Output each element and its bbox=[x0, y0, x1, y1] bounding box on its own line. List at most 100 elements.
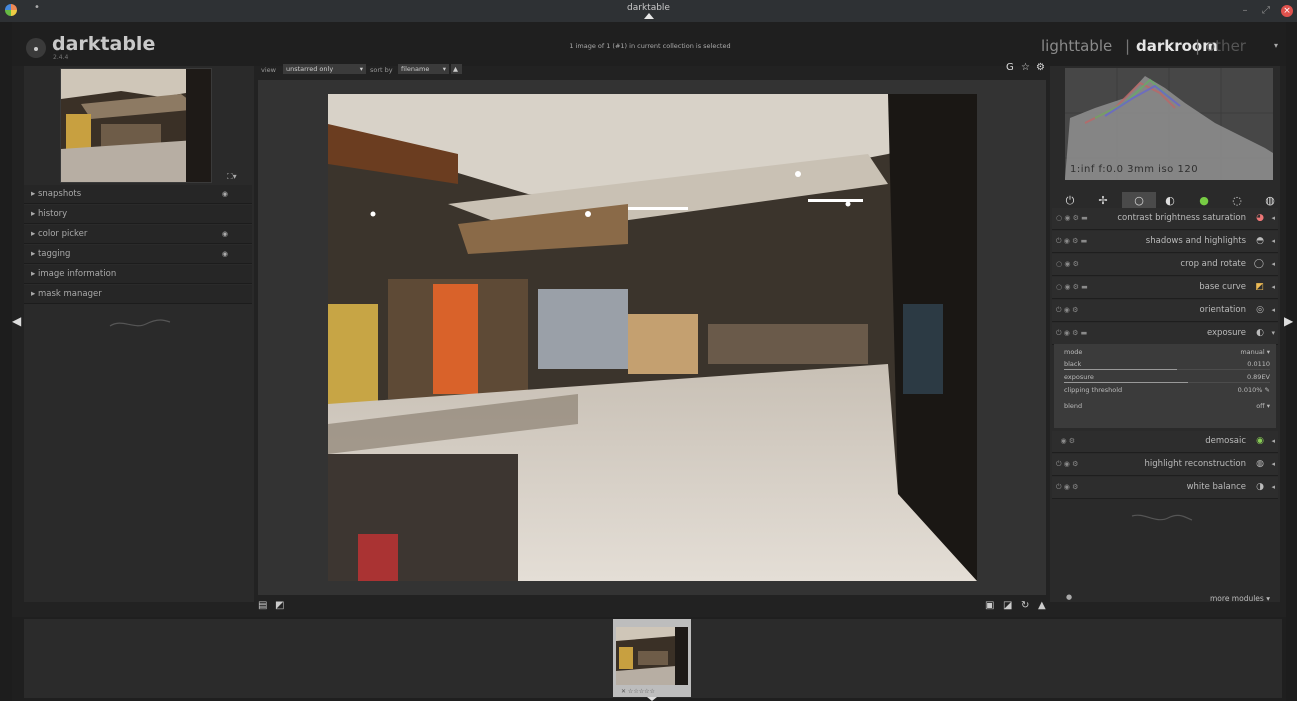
module-crop-and-rotate[interactable]: ○ ◉ ⚙ crop and rotate ◯ ◂ bbox=[1052, 254, 1278, 276]
presets-icon[interactable]: ● bbox=[1066, 593, 1072, 601]
preferences-gear-icon[interactable]: ⚙ bbox=[1036, 62, 1045, 73]
maximize-icon[interactable]: ⤢ bbox=[1259, 4, 1273, 18]
module-toggles[interactable]: ◉ ⚙ bbox=[1056, 431, 1075, 452]
color-assessment-icon[interactable]: ▣ bbox=[985, 600, 994, 611]
module-dot-icon: ◉ bbox=[221, 230, 228, 238]
slider-track bbox=[1064, 382, 1270, 383]
clipping-threshold-slider[interactable]: clipping threshold 0.010% ✎ bbox=[1064, 386, 1270, 394]
filmstrip-image: ✕ ☆☆☆☆☆ bbox=[613, 619, 691, 697]
palette-icon: ◕ bbox=[1256, 213, 1264, 223]
module-toggles[interactable]: ⏻ ◉ ⚙ bbox=[1056, 300, 1078, 321]
left-module-history[interactable]: ▸ history bbox=[24, 205, 252, 224]
module-label: color picker bbox=[37, 229, 88, 239]
softproof-icon[interactable]: ◪ bbox=[1003, 600, 1012, 611]
expand-arrow-icon: ◂ bbox=[1271, 260, 1275, 268]
minimize-icon[interactable]: – bbox=[1238, 4, 1252, 18]
star-icon[interactable]: ☆ bbox=[1021, 62, 1030, 73]
window-title: darktable bbox=[627, 3, 670, 13]
sort-value: filename bbox=[401, 65, 430, 73]
left-module-image-information[interactable]: ▸ image information bbox=[24, 265, 252, 284]
svg-text:✕ ☆☆☆☆☆: ✕ ☆☆☆☆☆ bbox=[621, 688, 655, 695]
exposure-slider[interactable]: exposure 0.89EV bbox=[1064, 373, 1270, 385]
grouping-icon[interactable]: G bbox=[1006, 62, 1014, 73]
expand-arrow-icon: ◂ bbox=[1271, 237, 1275, 245]
slider-track bbox=[1064, 369, 1270, 370]
module-orientation[interactable]: ⏻ ◉ ⚙ orientation ◎ ◂ bbox=[1052, 300, 1278, 322]
expand-arrow-icon: ◂ bbox=[1271, 437, 1275, 445]
wb-icon: ◑ bbox=[1256, 482, 1264, 492]
styles-icon[interactable]: ◩ bbox=[275, 600, 284, 611]
module-white-balance[interactable]: ⏻ ◉ ⚙ white balance ◑ ◂ bbox=[1052, 477, 1278, 499]
param-label: mode bbox=[1064, 348, 1083, 356]
view-lighttable[interactable]: lighttable bbox=[1041, 37, 1112, 55]
module-toggles[interactable]: ⏻ ◉ ⚙ bbox=[1056, 477, 1078, 498]
rotate-icon: ◎ bbox=[1256, 305, 1264, 315]
navigation-thumbnail[interactable] bbox=[60, 68, 212, 183]
quick-access-icon[interactable]: ▤ bbox=[258, 600, 267, 611]
left-panel-toggle-icon[interactable]: ◀ bbox=[12, 314, 21, 328]
color-picker-icon: ✎ bbox=[1264, 386, 1270, 394]
module-name: exposure bbox=[1206, 328, 1246, 338]
gamut-check-icon[interactable]: ↻ bbox=[1021, 600, 1029, 611]
view-filter-combo[interactable]: unstarred only ▾ bbox=[283, 64, 366, 74]
zoom-fit-icon[interactable]: ⛶▾ bbox=[227, 172, 237, 182]
view-separator: | bbox=[1125, 37, 1131, 55]
main-image[interactable] bbox=[328, 94, 977, 581]
left-module-mask-manager[interactable]: ▸ mask manager bbox=[24, 285, 252, 304]
module-name: crop and rotate bbox=[1180, 259, 1246, 269]
module-demosaic[interactable]: ◉ ⚙ demosaic ◉ ◂ bbox=[1052, 431, 1278, 453]
filmstrip-toggle-icon[interactable] bbox=[647, 697, 657, 701]
left-module-snapshots[interactable]: ▸ snapshots ◉ bbox=[24, 185, 252, 204]
module-name: contrast brightness saturation bbox=[1117, 213, 1246, 223]
module-exposure[interactable]: ⏻ ◉ ⚙ ▬ exposure ◐ ▾ bbox=[1052, 323, 1278, 345]
exposure-mode-combo[interactable]: mode manual ▾ bbox=[1064, 348, 1270, 356]
left-module-color-picker[interactable]: ▸ color picker ◉ bbox=[24, 225, 252, 244]
module-dot-icon: ◉ bbox=[221, 250, 228, 258]
close-icon[interactable]: × bbox=[1281, 5, 1293, 17]
collection-info: 1 image of 1 (#1) in current collection … bbox=[569, 42, 731, 50]
module-name: orientation bbox=[1199, 305, 1247, 315]
module-toggles[interactable]: ⏻ ◉ ⚙ bbox=[1056, 454, 1078, 475]
module-base-curve[interactable]: ○ ◉ ⚙ ▬ base curve ◩ ◂ bbox=[1052, 277, 1278, 299]
shadows-icon: ◓ bbox=[1256, 236, 1264, 246]
module-toggles[interactable]: ○ ◉ ⚙ ▬ bbox=[1056, 277, 1088, 298]
module-name: base curve bbox=[1199, 282, 1246, 292]
module-shadows-and-highlights[interactable]: ⏻ ◉ ⚙ ▬ shadows and highlights ◓ ◂ bbox=[1052, 231, 1278, 253]
demosaic-icon: ◉ bbox=[1256, 436, 1264, 446]
ornament-icon-right bbox=[1131, 514, 1193, 521]
slider-fill bbox=[1064, 382, 1188, 383]
blend-mode-combo[interactable]: blend off ▾ bbox=[1064, 402, 1270, 410]
module-label: history bbox=[37, 209, 68, 219]
app-version: 2.4.4 bbox=[53, 54, 69, 61]
param-value: manual bbox=[1240, 348, 1265, 356]
darktable-logo-icon bbox=[26, 38, 46, 58]
module-toggles[interactable]: ○ ◉ ⚙ bbox=[1056, 254, 1079, 275]
top-panel-toggle-icon[interactable] bbox=[644, 13, 654, 19]
more-modules-label: more modules bbox=[1210, 594, 1264, 603]
right-panel-toggle-icon[interactable]: ▶ bbox=[1284, 314, 1293, 328]
module-toggles[interactable]: ○ ◉ ⚙ ▬ bbox=[1056, 208, 1088, 229]
sort-order-icon[interactable]: ▲ bbox=[451, 64, 462, 74]
param-value: 0.010% bbox=[1237, 386, 1263, 394]
more-modules-button[interactable]: more modules ▾ bbox=[1210, 594, 1270, 603]
overexposed-icon[interactable]: ▲ bbox=[1038, 600, 1046, 611]
module-name: highlight reconstruction bbox=[1144, 459, 1246, 469]
sort-combo[interactable]: filename ▾ bbox=[398, 64, 449, 74]
param-label: blend bbox=[1064, 402, 1083, 410]
module-label: image information bbox=[37, 269, 117, 279]
view-filter-value: unstarred only bbox=[286, 65, 334, 73]
view-menu-arrow-icon[interactable]: ▾ bbox=[1274, 41, 1278, 50]
window-titlebar: • darktable – ⤢ × bbox=[0, 0, 1297, 22]
module-name: demosaic bbox=[1205, 436, 1246, 446]
module-label: tagging bbox=[37, 249, 71, 259]
exif-info: 1:inf f:0.0 3mm iso 120 bbox=[1070, 164, 1199, 175]
left-module-tagging[interactable]: ▸ tagging ◉ bbox=[24, 245, 252, 264]
view-other[interactable]: other bbox=[1206, 37, 1246, 55]
module-contrast-brightness-saturation[interactable]: ○ ◉ ⚙ ▬ contrast brightness saturation ◕ ◂ bbox=[1052, 208, 1278, 230]
module-toggles[interactable]: ⏻ ◉ ⚙ ▬ bbox=[1056, 323, 1087, 344]
expand-arrow-icon: ◂ bbox=[1271, 214, 1275, 222]
filmstrip-thumbnail[interactable]: ✕ ☆☆☆☆☆ bbox=[613, 619, 691, 697]
black-level-slider[interactable]: black 0.0110 bbox=[1064, 360, 1270, 372]
module-toggles[interactable]: ⏻ ◉ ⚙ ▬ bbox=[1056, 231, 1087, 252]
module-highlight-reconstruction[interactable]: ⏻ ◉ ⚙ highlight reconstruction ◍ ◂ bbox=[1052, 454, 1278, 476]
